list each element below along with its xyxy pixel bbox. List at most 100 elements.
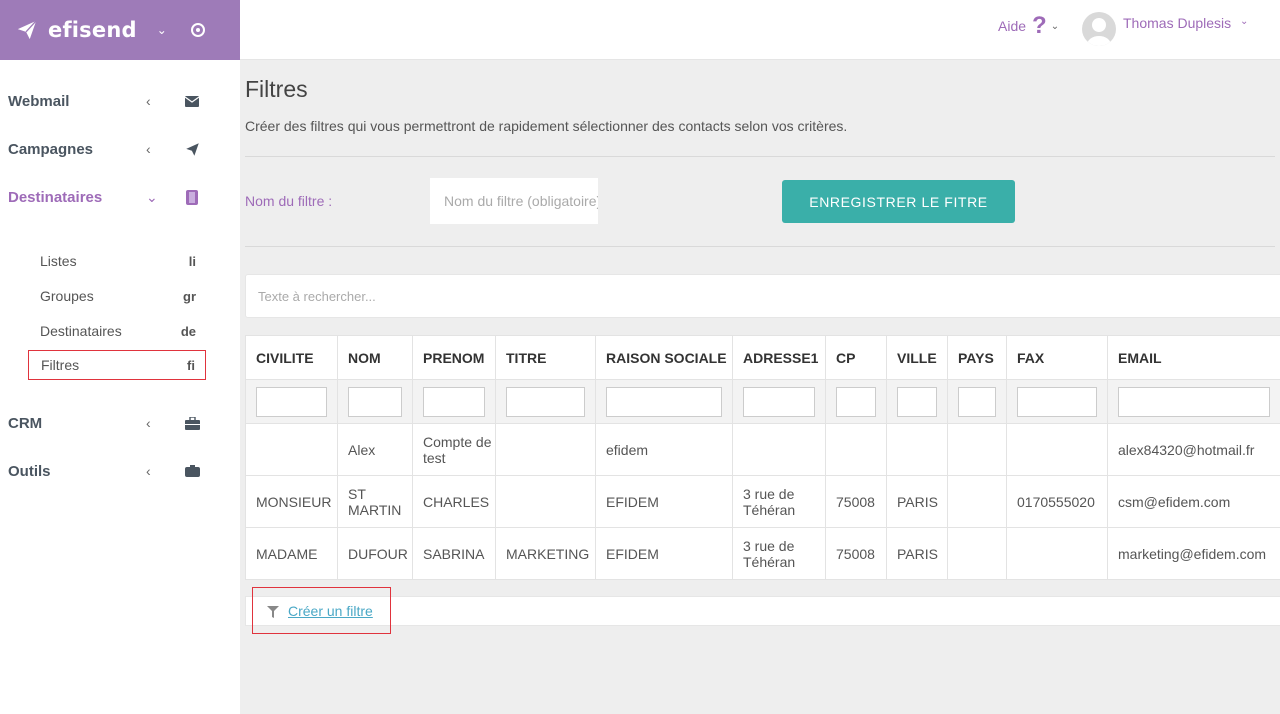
table-cell: alex84320@hotmail.fr: [1107, 423, 1280, 476]
save-filter-button[interactable]: ENREGISTRER LE FITRE: [782, 180, 1015, 223]
filter-cell: [1107, 379, 1280, 424]
avatar[interactable]: [1082, 12, 1116, 46]
table-cell: EFIDEM: [595, 527, 733, 580]
table-cell: 3 rue de Téhéran: [732, 527, 826, 580]
sidebar-subitem-listes[interactable]: Listes li: [28, 246, 206, 276]
contacts-table: CIVILITE NOM PRENOM TITRE RAISON SOCIALE…: [245, 335, 1280, 580]
column-filter-input[interactable]: [743, 386, 815, 417]
column-header[interactable]: TITRE: [495, 335, 596, 380]
chevron-down-icon: ⌄: [146, 188, 158, 205]
column-header[interactable]: PAYS: [947, 335, 1007, 380]
search-input[interactable]: [245, 274, 1280, 318]
subitem-label: Groupes: [40, 288, 94, 304]
sidebar-item-label: Webmail: [8, 92, 70, 110]
address-book-icon: [184, 189, 200, 205]
subitem-abbr: de: [180, 323, 196, 339]
column-filter-input[interactable]: [1118, 386, 1270, 417]
column-filter-input[interactable]: [506, 386, 585, 417]
filter-name-label: Nom du filtre :: [245, 193, 333, 209]
subitem-abbr: li: [188, 253, 196, 269]
page-title: Filtres: [245, 76, 308, 102]
column-header[interactable]: RAISON SOCIALE: [595, 335, 733, 380]
table-cell: 0170555020: [1006, 475, 1108, 528]
column-filter-input[interactable]: [606, 386, 722, 417]
sidebar-item-label: Outils: [8, 462, 51, 480]
table-cell: [1006, 423, 1108, 476]
filter-cell: [245, 379, 338, 424]
column-filter-input[interactable]: [348, 386, 402, 417]
column-header[interactable]: CIVILITE: [245, 335, 338, 380]
filter-cell: [825, 379, 887, 424]
column-filter-input[interactable]: [836, 386, 876, 417]
column-header[interactable]: ADRESSE1: [732, 335, 826, 380]
table-cell: Compte de test: [412, 423, 496, 476]
table-row[interactable]: Alex Compte de test efidem alex84320@hot…: [245, 423, 1280, 476]
subitem-label: Listes: [40, 253, 77, 269]
column-header[interactable]: CP: [825, 335, 887, 380]
subitem-label: Destinataires: [40, 323, 122, 339]
table-cell: [947, 423, 1007, 476]
create-filter-link[interactable]: Créer un filtre: [288, 603, 373, 619]
brand-chevron-down-icon[interactable]: ⌄: [157, 23, 167, 37]
column-header[interactable]: FAX: [1006, 335, 1108, 380]
sidebar-item-crm[interactable]: CRM ‹: [8, 411, 208, 435]
sidebar-subitem-filtres[interactable]: Filtres fi: [28, 350, 206, 380]
column-filter-row: [245, 379, 1280, 424]
table-cell: MONSIEUR: [245, 475, 338, 528]
table-row[interactable]: MONSIEUR ST MARTIN CHARLES EFIDEM 3 rue …: [245, 475, 1280, 528]
sidebar-item-label: Campagnes: [8, 140, 94, 158]
sidebar-item-campagnes[interactable]: Campagnes ‹: [8, 137, 208, 161]
filter-name-input[interactable]: [430, 178, 598, 224]
page-description: Créer des filtres qui vous permettront d…: [245, 118, 848, 134]
divider: [245, 156, 1275, 157]
user-chevron-down-icon[interactable]: ⌄: [1240, 16, 1248, 27]
filter-cell: [495, 379, 596, 424]
table-cell: [886, 423, 948, 476]
table-cell: PARIS: [886, 475, 948, 528]
target-icon[interactable]: [190, 23, 205, 37]
column-header[interactable]: NOM: [337, 335, 413, 380]
sidebar-item-label: CRM: [8, 414, 43, 432]
chevron-left-icon: ‹: [146, 93, 151, 109]
column-header[interactable]: VILLE: [886, 335, 948, 380]
table-cell: [495, 423, 596, 476]
sidebar-item-outils[interactable]: Outils ‹: [8, 459, 208, 483]
column-filter-input[interactable]: [897, 386, 937, 417]
envelope-icon: [184, 93, 200, 109]
table-cell: ST MARTIN: [337, 475, 413, 528]
table-cell: Alex: [337, 423, 413, 476]
column-filter-input[interactable]: [423, 386, 485, 417]
brand-name[interactable]: efisend: [48, 18, 137, 42]
chevron-left-icon: ‹: [146, 141, 151, 157]
table-header-row: CIVILITE NOM PRENOM TITRE RAISON SOCIALE…: [245, 335, 1280, 380]
funnel-icon: [267, 605, 279, 618]
column-filter-input[interactable]: [958, 386, 996, 417]
sidebar-subitem-destinataires[interactable]: Destinataires de: [28, 316, 206, 346]
table-cell: [1006, 527, 1108, 580]
table-cell: csm@efidem.com: [1107, 475, 1280, 528]
paper-plane-icon: [184, 141, 200, 157]
create-filter-bar: [245, 596, 1280, 626]
sidebar-item-webmail[interactable]: Webmail ‹: [8, 89, 208, 113]
contacts-table-wrap: CIVILITE NOM PRENOM TITRE RAISON SOCIALE…: [245, 335, 1280, 580]
filter-cell: [886, 379, 948, 424]
help-menu[interactable]: Aide ? ⌄: [998, 14, 1059, 38]
table-cell: efidem: [595, 423, 733, 476]
table-cell: SABRINA: [412, 527, 496, 580]
table-cell: marketing@efidem.com: [1107, 527, 1280, 580]
sidebar-item-label: Destinataires: [8, 188, 103, 206]
table-cell: [495, 475, 596, 528]
filter-cell: [412, 379, 496, 424]
brand-bar: efisend ⌄: [0, 0, 240, 60]
column-header[interactable]: EMAIL: [1107, 335, 1280, 380]
column-header[interactable]: PRENOM: [412, 335, 496, 380]
column-filter-input[interactable]: [256, 386, 327, 417]
table-row[interactable]: MADAME DUFOUR SABRINA MARKETING EFIDEM 3…: [245, 527, 1280, 580]
filter-cell: [595, 379, 733, 424]
sidebar-item-destinataires[interactable]: Destinataires ⌄: [8, 185, 208, 209]
sidebar-subitem-groupes[interactable]: Groupes gr: [28, 281, 206, 311]
help-label: Aide: [998, 18, 1027, 34]
toolbox-icon: [184, 463, 200, 479]
column-filter-input[interactable]: [1017, 386, 1097, 417]
user-name[interactable]: Thomas Duplesis: [1123, 15, 1231, 31]
